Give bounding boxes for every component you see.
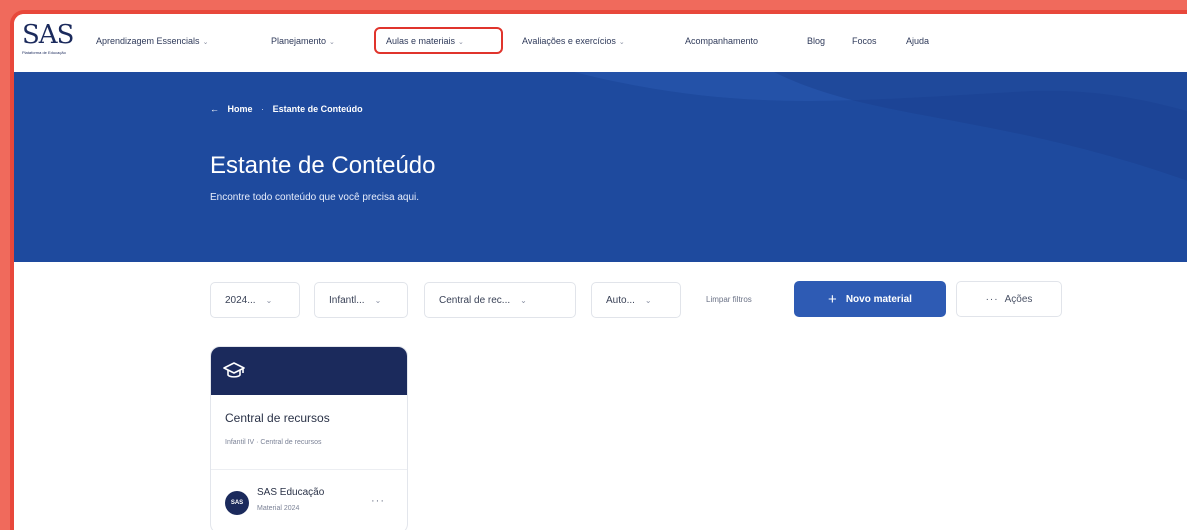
breadcrumb-separator: · [261,104,265,114]
breadcrumb-home[interactable]: Home [228,104,253,114]
card-tags: Infantil IV · Central de recursos [225,439,322,446]
more-horizontal-icon[interactable]: ··· [371,495,385,507]
card-author: SAS Educação [257,487,325,498]
clear-filters-link[interactable]: Limpar filtros [706,295,752,304]
nav-label: Planejamento [271,36,327,46]
chevron-down-icon: ⌄ [618,39,625,46]
plus-icon: + [828,290,837,308]
nav-label: Blog [807,36,826,46]
nav-label: Aulas e materiais [386,36,456,46]
nav-item-planejamento[interactable]: Planejamento ⌄ [271,36,335,46]
filter-year-select[interactable]: 2024... ⌄ [210,282,300,318]
card-title: Central de recursos [225,411,330,425]
logo-subtitle: Plataforma de Educação [22,50,66,55]
sas-logo[interactable]: SAS Plataforma de Educação [22,22,86,62]
new-material-button[interactable]: + Novo material [794,281,946,317]
page-title: Estante de Conteúdo [210,152,436,179]
actions-button[interactable]: ··· Ações [956,281,1062,317]
chevron-down-icon: ⌄ [520,295,527,305]
logo-text: SAS [22,20,74,50]
chevron-down-icon: ⌄ [644,295,652,305]
card-header [211,347,407,395]
nav-item-ajuda[interactable]: Ajuda [906,36,929,46]
chevron-down-icon: ⌄ [265,295,273,305]
breadcrumb: ← Home · Estante de Conteúdo [210,104,363,114]
nav-item-aulas-e-materiais[interactable]: Aulas e materiais ⌄ [386,36,464,46]
hero-wave-decoration [574,72,1187,181]
filter-segment-select[interactable]: Infantl... ⌄ [314,282,408,318]
nav-item-acompanhamento[interactable]: Acompanhamento [685,36,758,46]
more-horizontal-icon: ··· [985,293,999,305]
card-meta: Material 2024 [257,505,300,512]
graduation-cap-icon [223,362,245,378]
nav-item-focos[interactable]: Focos [852,36,877,46]
chevron-down-icon: ⌄ [374,295,382,305]
nav-item-aprendizagem[interactable]: Aprendizagem Essencials ⌄ [96,36,208,46]
filter-collection-select[interactable]: Central de rec... ⌄ [424,282,576,318]
avatar: SAS [225,491,249,515]
hero-banner: ← Home · Estante de Conteúdo Estante de … [14,72,1187,262]
breadcrumb-current: Estante de Conteúdo [272,104,363,114]
chevron-down-icon: ⌄ [458,39,464,46]
page-subtitle: Encontre todo conteúdo que você precisa … [210,192,420,203]
new-material-label: Novo material [845,293,912,305]
app-window: SAS Plataforma de Educação Aprendizagem … [10,10,1187,530]
nav-label: Aprendizagem Essencials [96,36,200,46]
nav-item-avaliacoes[interactable]: Avaliações e exercícios ⌄ [522,36,625,46]
filter-value: Auto... [606,294,635,306]
chevron-down-icon: ⌄ [329,39,335,46]
arrow-left-icon[interactable]: ← [210,104,219,114]
filter-value: 2024... [225,294,256,306]
nav-item-blog[interactable]: Blog [807,36,825,46]
content-card[interactable]: Central de recursos Infantil IV · Centra… [210,346,408,530]
filter-value: Infantl... [329,294,365,306]
nav-label: Focos [852,36,877,46]
filter-author-select[interactable]: Auto... ⌄ [591,282,681,318]
nav-label: Acompanhamento [685,36,759,46]
nav-label: Avaliações e exercícios [522,36,616,46]
top-navigation: SAS Plataforma de Educação Aprendizagem … [14,14,1187,72]
chevron-down-icon: ⌄ [202,39,209,46]
filter-value: Central de rec... [439,294,511,306]
card-divider [211,469,407,470]
actions-label: Ações [1004,293,1033,305]
nav-label: Ajuda [906,36,930,46]
